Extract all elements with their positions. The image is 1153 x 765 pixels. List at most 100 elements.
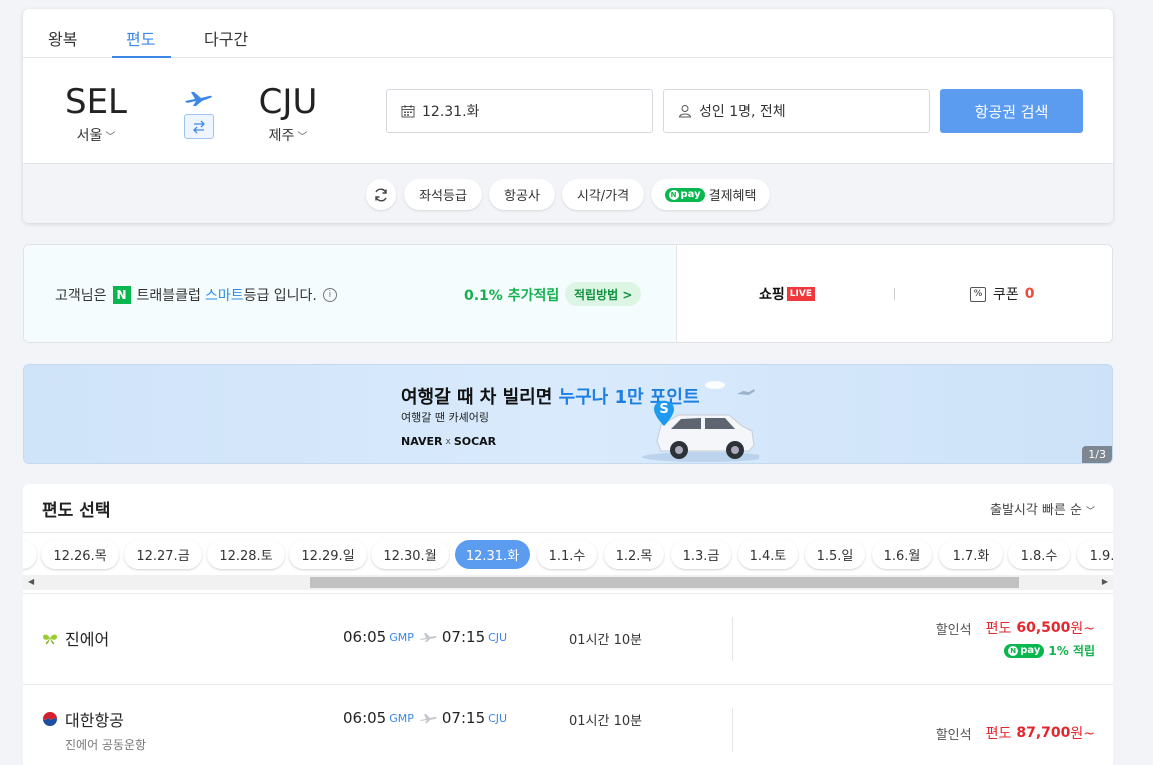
search-flights-button[interactable]: 항공권 검색 [940,89,1083,133]
flight-times: 06:05 GMP 07:15 CJU [343,628,507,646]
sort-dropdown[interactable]: 출발시각 빠른 순 ﹀ [990,499,1095,518]
horizontal-scrollbar[interactable]: ◀ ▶ [23,575,1113,590]
refresh-icon [375,188,387,201]
brand-separator: x [445,436,451,447]
flight-duration: 01시간 10분 [569,714,643,729]
date-pill[interactable]: 12.27.금 [124,540,202,569]
date-strip: 12.26.목 12.27.금 12.28.토 12.29.일 12.30.월 12.31… [23,532,1113,593]
filter-npay-benefit[interactable]: Npay 결제혜택 [651,179,770,210]
tab-multi-city[interactable]: 다구간 [204,26,248,50]
date-pill[interactable]: 1.8.수 [1008,540,1070,569]
date-pill[interactable]: 12.28.토 [207,540,285,569]
date-pill[interactable]: 1.6.월 [872,540,932,569]
flight-duration: 01시간 10분 [569,633,643,648]
jinair-logo-icon [43,634,57,645]
reset-filters-button[interactable] [366,179,396,210]
price-amount: 60,500 [1016,620,1071,636]
tab-round-trip[interactable]: 왕복 [48,26,77,50]
filter-time-price[interactable]: 시각/가격 [562,179,644,210]
scroll-left-icon[interactable]: ◀ [28,577,34,586]
fare-price: 할인석 편도 60,500 원~ [936,618,1095,638]
shopping-label: 쇼핑 [759,287,785,303]
section-title: 편도 선택 [42,501,111,521]
coupon-icon: % [970,286,986,302]
date-field[interactable]: 12.31.화 [386,89,653,133]
coupon-count: 0 [1024,286,1035,302]
date-pill[interactable]: 1.9.목 [1077,540,1113,569]
club-name: 트래블클럽 [136,288,201,304]
passenger-field[interactable]: 성인 1명, 전체 [663,89,930,133]
airplane-icon [185,92,212,106]
date-pill[interactable] [23,540,37,569]
tab-one-way[interactable]: 편도 [126,26,155,50]
npay-earn-rate: 1% 적립 [1048,644,1095,658]
calendar-icon [401,105,415,118]
club-grade-text: 고객님은 N 트래블클럽 스마트 등급 입니다. i [55,285,337,305]
airline: 대한항공 [42,707,124,731]
filter-airline[interactable]: 항공사 [489,179,555,210]
scroll-right-icon[interactable]: ▶ [1102,577,1108,586]
fare-type: 편도 [985,621,1012,637]
npay-logo-icon: Npay [664,187,705,202]
date-pill[interactable]: 1.4.토 [738,540,798,569]
date-pill[interactable]: 1.7.화 [939,540,1003,569]
info-icon[interactable]: i [322,288,337,302]
promo-banner[interactable]: 여행갈 때 차 빌리면 누구나 1만 포인트 여행갈 땐 카셰어링 NAVER … [23,364,1113,464]
airplane-icon [419,633,437,642]
club-prefix: 고객님은 [55,288,107,304]
travel-club-card: 고객님은 N 트래블클럽 스마트 등급 입니다. i 0.1% 추가적립 적립방… [23,244,1113,343]
destination-selector[interactable]: CJU 제주 ﹀ [233,83,343,145]
flight-search-card: 왕복 편도 다구간 SEL 서울 ﹀ CJU 제주 ﹀ 12.31.화 성인 1… [23,9,1113,223]
swap-airports-button[interactable] [184,114,214,139]
naver-brand: NAVER [401,435,443,448]
live-badge: LIVE [786,287,815,301]
banner-brand: NAVER x SOCAR [401,435,496,448]
club-suffix: 등급 입니다. [243,288,317,304]
flight-row[interactable]: 대한항공 진에어 공동운항 06:05 GMP 07:15 CJU 01시간 1… [23,684,1113,765]
trip-type-tabs: 왕복 편도 다구간 [23,9,1113,58]
seat-class: 할인석 [935,622,972,638]
price-amount: 87,700 [1016,725,1071,741]
date-pill-row: 12.26.목 12.27.금 12.28.토 12.29.일 12.30.월 12.31… [23,540,1113,571]
banner-subtitle: 여행갈 땐 카셰어링 [401,411,489,424]
npay-filter-label: 결제혜택 [708,189,757,204]
socar-brand: SOCAR [453,435,497,448]
date-pill[interactable]: 1.5.일 [805,540,865,569]
date-pill[interactable]: 12.29.일 [289,540,367,569]
npay-badge-text: pay [1020,645,1041,656]
scrollbar-thumb[interactable] [310,577,1019,588]
codeshare-note: 진에어 공동운항 [65,738,147,752]
earn-method-button[interactable]: 적립방법 > [565,282,642,306]
arrival-time: 07:15 [441,709,486,727]
airline-name: 대한항공 [65,711,124,730]
coupon-link[interactable]: % 쿠폰 0 [970,284,1035,304]
date-pill[interactable]: 1.1.수 [537,540,597,569]
active-tab-underline [112,56,171,58]
sort-label: 출발시각 빠른 순 [989,503,1082,518]
shopping-live-link[interactable]: 쇼핑 LIVE [759,284,815,304]
fare-price: 할인석 편도 87,700 원~ [936,723,1095,743]
date-pill[interactable]: 12.30.월 [371,540,449,569]
date-pill[interactable]: 12.26.목 [41,540,119,569]
travel-club-section: 고객님은 N 트래블클럽 스마트 등급 입니다. i 0.1% 추가적립 적립방… [24,245,677,342]
fare-type: 편도 [985,726,1012,742]
date-pill[interactable]: 1.3.금 [671,540,731,569]
svg-text:S: S [659,402,668,417]
passenger-value: 성인 1명, 전체 [699,104,786,120]
seat-class: 할인석 [935,727,972,743]
swap-icon [193,120,205,133]
banner-title-prefix: 여행갈 때 차 빌리면 [401,387,553,408]
price-unit: 원~ [1070,621,1095,637]
date-pill-selected[interactable]: 12.31.화 [455,540,530,569]
flight-row[interactable]: 진에어 06:05 GMP 07:15 CJU 01시간 10분 할인석 편도 … [23,593,1113,684]
date-pill[interactable]: 1.2.목 [604,540,664,569]
airline: 진에어 [42,626,109,650]
npay-logo-icon: Npay [1004,643,1045,658]
person-icon [678,105,692,118]
departure-airport: GMP [389,630,414,644]
origin-selector[interactable]: SEL 서울 ﹀ [41,83,151,145]
filter-seat-class[interactable]: 좌석등급 [404,179,482,210]
arrival-time: 07:15 [441,628,486,646]
extra-earn-text: 0.1% 추가적립 [464,288,560,304]
arrival-airport: CJU [488,711,508,725]
